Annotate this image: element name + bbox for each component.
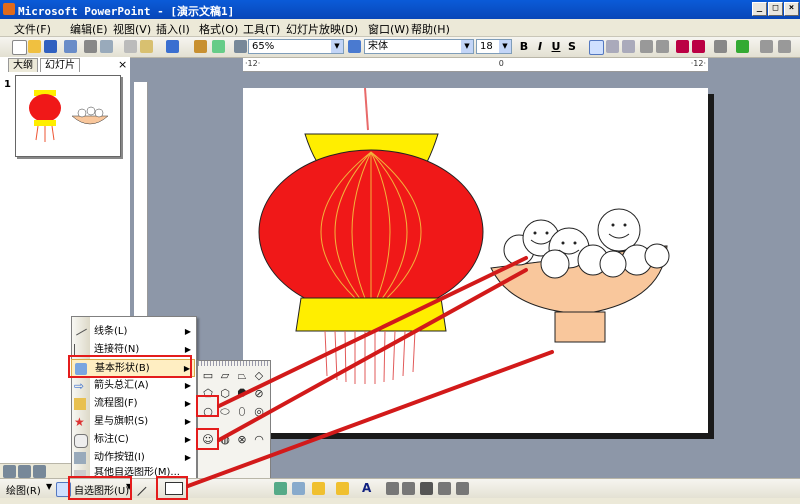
annotation-arrows	[186, 256, 554, 488]
